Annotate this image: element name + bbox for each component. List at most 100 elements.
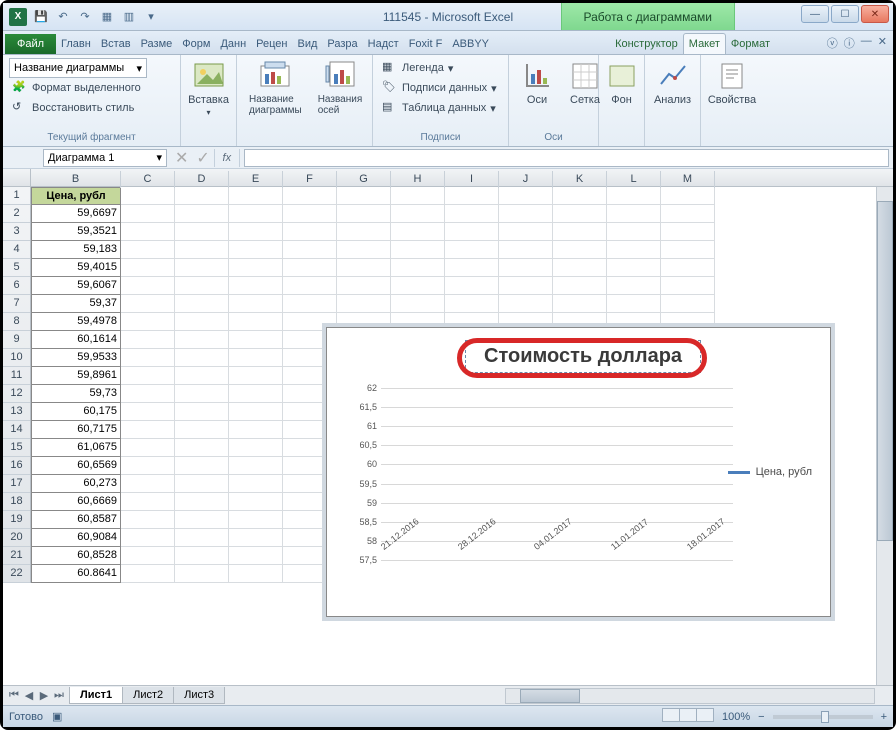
- empty-cell[interactable]: [553, 259, 607, 277]
- empty-cell[interactable]: [121, 385, 175, 403]
- horizontal-scrollbar[interactable]: [505, 688, 875, 704]
- table-cell[interactable]: 59,6697: [31, 205, 121, 223]
- empty-cell[interactable]: [283, 223, 337, 241]
- empty-cell[interactable]: [229, 295, 283, 313]
- last-sheet-icon[interactable]: ⏭: [52, 689, 66, 702]
- empty-cell[interactable]: [175, 331, 229, 349]
- empty-cell[interactable]: [553, 295, 607, 313]
- empty-cell[interactable]: [175, 223, 229, 241]
- empty-cell[interactable]: [445, 241, 499, 259]
- table-cell[interactable]: 60,1614: [31, 331, 121, 349]
- empty-cell[interactable]: [121, 205, 175, 223]
- tab-chart-format[interactable]: Формат: [726, 34, 775, 54]
- select-all-corner[interactable]: [3, 169, 31, 186]
- empty-cell[interactable]: [337, 259, 391, 277]
- empty-cell[interactable]: [175, 439, 229, 457]
- table-cell[interactable]: 59,9533: [31, 349, 121, 367]
- empty-cell[interactable]: [607, 187, 661, 205]
- scrollbar-thumb[interactable]: [520, 689, 580, 703]
- table-cell[interactable]: 61,0675: [31, 439, 121, 457]
- view-buttons[interactable]: [663, 708, 714, 725]
- empty-cell[interactable]: [391, 187, 445, 205]
- row-header[interactable]: 13: [3, 403, 30, 421]
- legend-button[interactable]: ▦Легенда ▾: [379, 58, 502, 78]
- tab-foxit[interactable]: Foxit F: [404, 34, 448, 54]
- table-cell[interactable]: 59,4015: [31, 259, 121, 277]
- empty-cell[interactable]: [121, 349, 175, 367]
- empty-cell[interactable]: [121, 565, 175, 583]
- properties-button[interactable]: Свойства: [707, 58, 757, 108]
- column-header[interactable]: G: [337, 171, 391, 188]
- empty-cell[interactable]: [229, 223, 283, 241]
- empty-cell[interactable]: [553, 187, 607, 205]
- empty-cell[interactable]: [553, 223, 607, 241]
- row-header[interactable]: 18: [3, 493, 30, 511]
- row-header[interactable]: 9: [3, 331, 30, 349]
- zoom-out-icon[interactable]: −: [758, 711, 764, 723]
- empty-cell[interactable]: [283, 295, 337, 313]
- empty-cell[interactable]: [229, 331, 283, 349]
- row-header[interactable]: 21: [3, 547, 30, 565]
- empty-cell[interactable]: [229, 475, 283, 493]
- scrollbar-thumb[interactable]: [877, 201, 893, 541]
- table-cell[interactable]: 60,8587: [31, 511, 121, 529]
- empty-cell[interactable]: [391, 277, 445, 295]
- qat-icon[interactable]: ▦: [99, 9, 115, 25]
- empty-cell[interactable]: [445, 223, 499, 241]
- empty-cell[interactable]: [607, 277, 661, 295]
- table-cell[interactable]: 59,6067: [31, 277, 121, 295]
- empty-cell[interactable]: [445, 277, 499, 295]
- formula-input[interactable]: [244, 149, 889, 167]
- empty-cell[interactable]: [499, 241, 553, 259]
- tab-formulas[interactable]: Форм: [177, 34, 215, 54]
- column-header[interactable]: F: [283, 171, 337, 188]
- empty-cell[interactable]: [445, 187, 499, 205]
- table-cell[interactable]: 60,9084: [31, 529, 121, 547]
- empty-cell[interactable]: [175, 205, 229, 223]
- empty-cell[interactable]: [391, 205, 445, 223]
- empty-cell[interactable]: [445, 259, 499, 277]
- empty-cell[interactable]: [229, 511, 283, 529]
- empty-cell[interactable]: [175, 403, 229, 421]
- empty-cell[interactable]: [229, 493, 283, 511]
- column-header[interactable]: K: [553, 171, 607, 188]
- format-selection-button[interactable]: 🧩Формат выделенного: [9, 78, 174, 98]
- empty-cell[interactable]: [445, 295, 499, 313]
- table-cell[interactable]: 60.8641: [31, 565, 121, 583]
- minimize-button[interactable]: —: [801, 5, 829, 23]
- empty-cell[interactable]: [553, 277, 607, 295]
- empty-cell[interactable]: [175, 493, 229, 511]
- tab-chart-layout[interactable]: Макет: [683, 33, 726, 54]
- table-cell[interactable]: 60,175: [31, 403, 121, 421]
- help-icon[interactable]: ⓘ: [844, 35, 855, 51]
- empty-cell[interactable]: [661, 241, 715, 259]
- column-header[interactable]: H: [391, 171, 445, 188]
- empty-cell[interactable]: [175, 349, 229, 367]
- table-cell[interactable]: 60,8528: [31, 547, 121, 565]
- save-icon[interactable]: 💾: [33, 9, 49, 25]
- empty-cell[interactable]: [121, 295, 175, 313]
- row-header[interactable]: 1: [3, 187, 30, 205]
- empty-cell[interactable]: [607, 223, 661, 241]
- zoom-slider[interactable]: [773, 715, 873, 719]
- mdi-close-icon[interactable]: ✕: [878, 35, 887, 51]
- empty-cell[interactable]: [229, 259, 283, 277]
- empty-cell[interactable]: [121, 313, 175, 331]
- empty-cell[interactable]: [607, 295, 661, 313]
- empty-cell[interactable]: [121, 547, 175, 565]
- tab-pagelayout[interactable]: Разме: [136, 34, 178, 54]
- empty-cell[interactable]: [229, 313, 283, 331]
- empty-cell[interactable]: [337, 295, 391, 313]
- empty-cell[interactable]: [229, 403, 283, 421]
- name-box[interactable]: Диаграмма 1▾: [43, 149, 167, 167]
- empty-cell[interactable]: [229, 367, 283, 385]
- empty-cell[interactable]: [175, 457, 229, 475]
- empty-cell[interactable]: [337, 277, 391, 295]
- row-header[interactable]: 6: [3, 277, 30, 295]
- tab-developer[interactable]: Разра: [322, 34, 362, 54]
- empty-cell[interactable]: [175, 295, 229, 313]
- plot-area[interactable]: 57,55858,55959,56060,56161,562 21.12.201…: [353, 388, 733, 560]
- empty-cell[interactable]: [121, 259, 175, 277]
- empty-cell[interactable]: [175, 385, 229, 403]
- row-header[interactable]: 22: [3, 565, 30, 583]
